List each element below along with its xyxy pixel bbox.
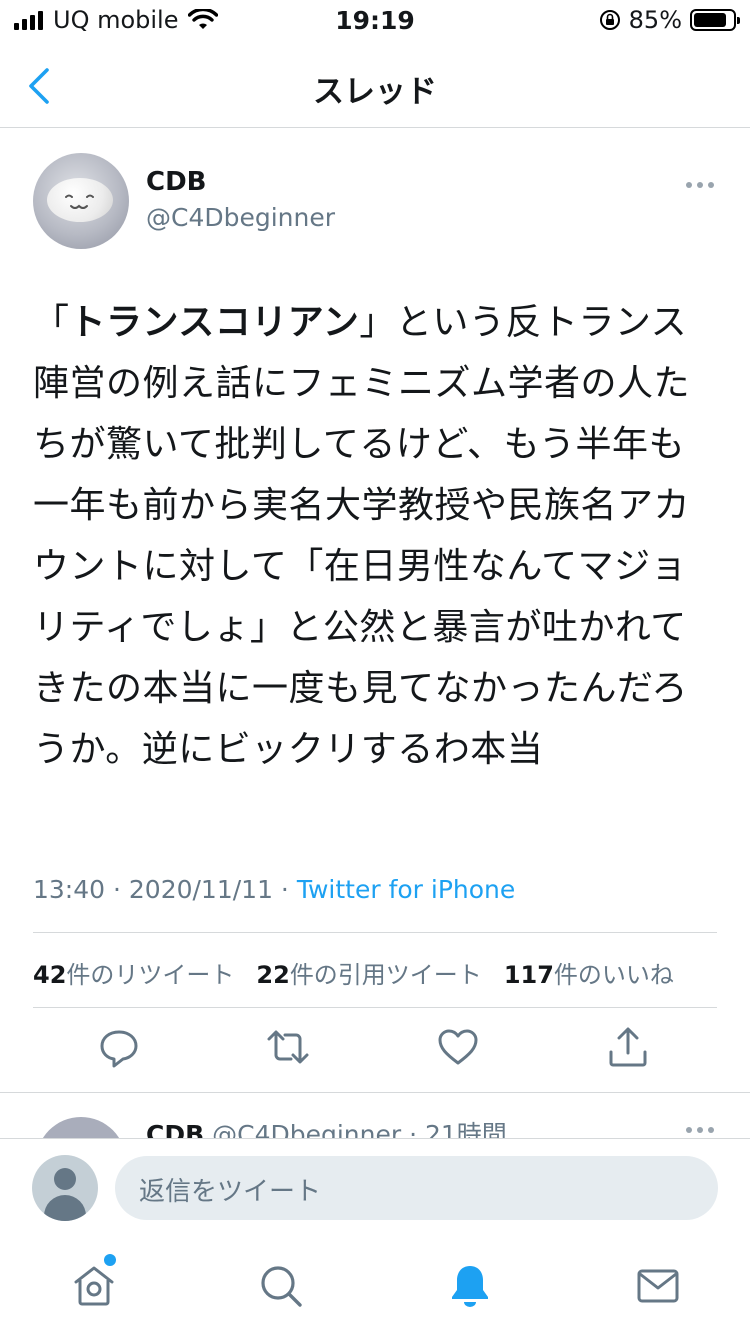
user-avatar[interactable]: [32, 1155, 98, 1221]
divider: [33, 1007, 717, 1008]
avatar-face: [47, 178, 113, 222]
reply-input[interactable]: 返信をツイート: [115, 1156, 718, 1220]
share-icon[interactable]: [606, 1025, 650, 1069]
likes-stat[interactable]: 117件のいいね: [504, 955, 674, 990]
tweet-date: 2020/11/11: [128, 875, 273, 904]
rotation-lock-icon: [599, 10, 620, 30]
author-handle[interactable]: @C4Dbeginner: [146, 203, 335, 232]
author-name: CDB: [146, 1120, 205, 1138]
avatar[interactable]: [36, 1117, 126, 1138]
messages-icon[interactable]: [634, 1262, 682, 1310]
retweet-icon[interactable]: [266, 1025, 310, 1069]
home-icon[interactable]: [70, 1262, 118, 1310]
next-tweet[interactable]: CDB @C4Dbeginner · 21時間: [0, 1093, 750, 1138]
quotes-stat[interactable]: 22件の引用ツイート: [256, 955, 481, 990]
retweets-stat[interactable]: 42件のリツイート: [33, 955, 234, 990]
tweet-age: 21時間: [424, 1120, 507, 1138]
status-bar: UQ mobile 19:19 85%: [0, 0, 750, 40]
battery-percent: 85%: [628, 6, 682, 34]
tweet-meta: 13:40 · 2020/11/11 · Twitter for iPhone: [33, 875, 515, 904]
meta-separator: ·: [272, 875, 297, 904]
author-handle: @C4Dbeginner: [212, 1120, 402, 1138]
reply-icon[interactable]: [97, 1025, 141, 1069]
tweet-text-open: 「: [33, 302, 70, 343]
author-name[interactable]: CDB: [146, 167, 206, 197]
home-notification-dot: [104, 1254, 116, 1266]
tweet-text-bold: トランスコリアン: [69, 302, 360, 343]
tweet-time: 13:40: [33, 875, 106, 904]
reply-bar: 返信をツイート: [0, 1138, 750, 1238]
divider: [33, 932, 717, 933]
tweet-source-link[interactable]: Twitter for iPhone: [297, 875, 515, 904]
next-tweet-header: CDB @C4Dbeginner · 21時間: [146, 1115, 507, 1138]
like-icon[interactable]: [436, 1025, 480, 1069]
search-icon[interactable]: [257, 1262, 305, 1310]
more-options-icon[interactable]: [686, 182, 714, 188]
tab-bar: [0, 1238, 750, 1334]
meta-separator: ·: [105, 875, 129, 904]
face-icon: [65, 194, 94, 209]
page-title: スレッド: [313, 74, 437, 110]
nav-bar: スレッド: [0, 44, 750, 128]
meta-separator: ·: [401, 1120, 425, 1138]
tweet-text-rest: 」という反トランス陣営の例え話にフェミニズム学者の人たちが驚いて批判してるけど、…: [33, 302, 691, 770]
battery-fill: [694, 13, 727, 27]
battery-icon: [690, 9, 740, 31]
tweet-text: 「トランスコリアン」という反トランス陣営の例え話にフェミニズム学者の人たちが驚い…: [33, 292, 713, 780]
tweet-stats: 42件のリツイート 22件の引用ツイート 117件のいいね: [33, 955, 674, 990]
avatar[interactable]: [33, 153, 129, 249]
more-options-icon[interactable]: [686, 1127, 714, 1133]
notifications-icon[interactable]: [446, 1262, 494, 1310]
status-right: 85%: [599, 6, 740, 34]
tweet-actions: [0, 1025, 750, 1075]
